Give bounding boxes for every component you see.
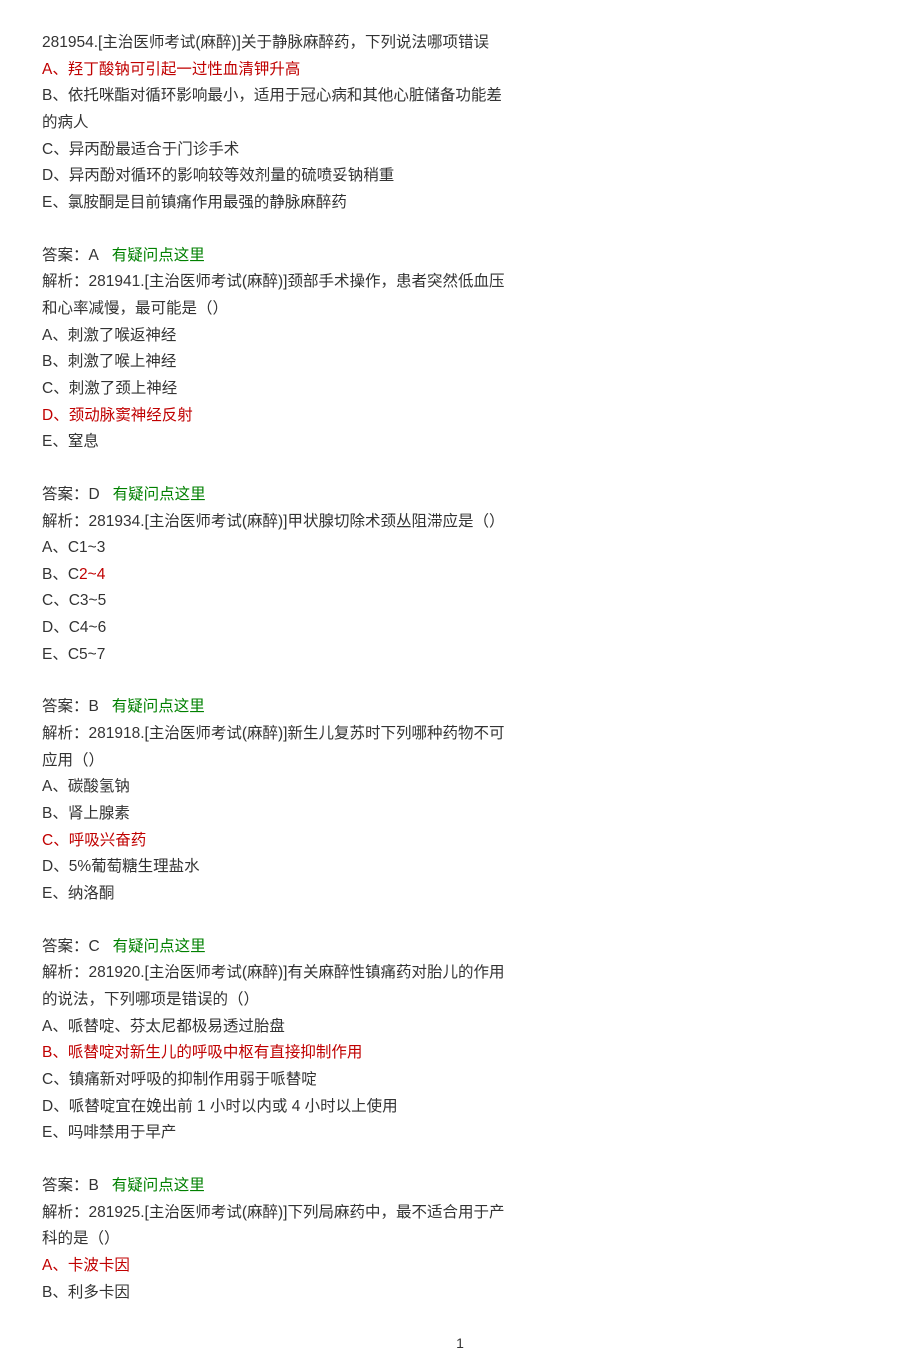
option-e: E、C5~7: [42, 642, 878, 669]
option-b: B、C2~4: [42, 562, 878, 589]
option-d: D、异丙酚对循环的影响较等效剂量的硫喷妥钠稍重: [42, 163, 878, 190]
doubt-link[interactable]: 有疑问点这里: [112, 1177, 205, 1194]
page-number: 1: [42, 1331, 878, 1355]
answer-label: 答案：B: [42, 1177, 99, 1194]
explain-line2: 的说法，下列哪项是错误的（）: [42, 987, 878, 1014]
doubt-link[interactable]: 有疑问点这里: [112, 247, 205, 264]
option-d: D、C4~6: [42, 615, 878, 642]
option-b: B、哌替啶对新生儿的呼吸中枢有直接抑制作用: [42, 1040, 878, 1067]
question-title: 281954.[主治医师考试(麻醉)]关于静脉麻醉药，下列说法哪项错误: [42, 30, 878, 57]
option-b-line2: 的病人: [42, 110, 878, 137]
option-d: D、颈动脉窦神经反射: [42, 403, 878, 430]
doubt-link[interactable]: 有疑问点这里: [113, 938, 206, 955]
option-a: A、C1~3: [42, 535, 878, 562]
option-e: E、纳洛酮: [42, 881, 878, 908]
answer-line: 答案：B 有疑问点这里: [42, 1173, 878, 1200]
explain-line1: 解析：281918.[主治医师考试(麻醉)]新生儿复苏时下列哪种药物不可: [42, 721, 878, 748]
option-a: A、刺激了喉返神经: [42, 323, 878, 350]
option-b: B、刺激了喉上神经: [42, 349, 878, 376]
answer-label: 答案：D: [42, 486, 100, 503]
answer-label: 答案：A: [42, 247, 99, 264]
option-d: D、5%葡萄糖生理盐水: [42, 854, 878, 881]
option-a: A、碳酸氢钠: [42, 774, 878, 801]
answer-label: 答案：B: [42, 698, 99, 715]
explain-line2: 和心率减慢，最可能是（）: [42, 296, 878, 323]
option-b: B、利多卡因: [42, 1280, 878, 1307]
document-page: 281954.[主治医师考试(麻醉)]关于静脉麻醉药，下列说法哪项错误 A、羟丁…: [0, 0, 920, 1365]
explain-line1: 解析：281925.[主治医师考试(麻醉)]下列局麻药中，最不适合用于产: [42, 1200, 878, 1227]
doubt-link[interactable]: 有疑问点这里: [112, 698, 205, 715]
option-c: C、呼吸兴奋药: [42, 828, 878, 855]
explain-line: 解析：281934.[主治医师考试(麻醉)]甲状腺切除术颈丛阻滞应是（）: [42, 509, 878, 536]
explain-line2: 应用（）: [42, 748, 878, 775]
answer-label: 答案：C: [42, 938, 100, 955]
explain-line2: 科的是（）: [42, 1226, 878, 1253]
option-a: A、卡波卡因: [42, 1253, 878, 1280]
option-d: D、哌替啶宜在娩出前 1 小时以内或 4 小时以上使用: [42, 1094, 878, 1121]
option-e: E、吗啡禁用于早产: [42, 1120, 878, 1147]
explain-line1: 解析：281920.[主治医师考试(麻醉)]有关麻醉性镇痛药对胎儿的作用: [42, 960, 878, 987]
option-e: E、窒息: [42, 429, 878, 456]
option-b-line1: B、依托咪酯对循环影响最小，适用于冠心病和其他心脏储备功能差: [42, 83, 878, 110]
answer-line: 答案：B 有疑问点这里: [42, 694, 878, 721]
option-c: C、C3~5: [42, 588, 878, 615]
option-a: A、哌替啶、芬太尼都极易透过胎盘: [42, 1014, 878, 1041]
explain-line1: 解析：281941.[主治医师考试(麻醉)]颈部手术操作，患者突然低血压: [42, 269, 878, 296]
doubt-link[interactable]: 有疑问点这里: [113, 486, 206, 503]
answer-line: 答案：C 有疑问点这里: [42, 934, 878, 961]
option-e: E、氯胺酮是目前镇痛作用最强的静脉麻醉药: [42, 190, 878, 217]
option-c: C、异丙酚最适合于门诊手术: [42, 137, 878, 164]
option-b: B、肾上腺素: [42, 801, 878, 828]
answer-line: 答案：D 有疑问点这里: [42, 482, 878, 509]
option-c: C、刺激了颈上神经: [42, 376, 878, 403]
answer-line: 答案：A 有疑问点这里: [42, 243, 878, 270]
option-c: C、镇痛新对呼吸的抑制作用弱于哌替啶: [42, 1067, 878, 1094]
option-a: A、羟丁酸钠可引起一过性血清钾升高: [42, 57, 878, 84]
